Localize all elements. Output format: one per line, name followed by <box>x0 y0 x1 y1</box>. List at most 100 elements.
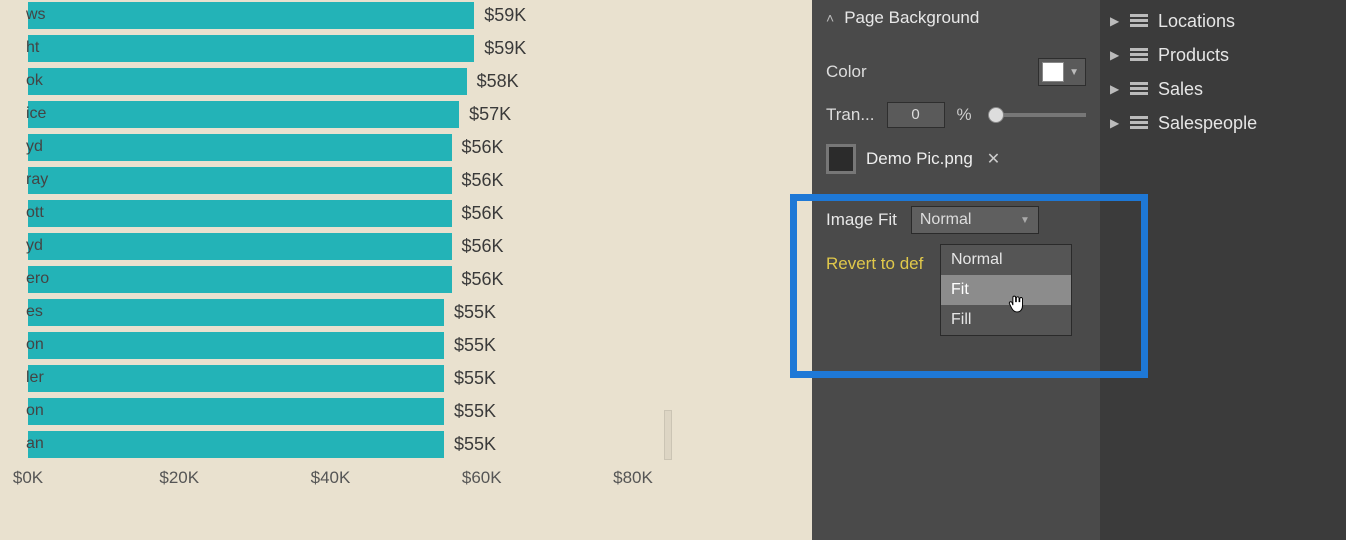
bar-category: ott <box>26 204 28 222</box>
row-transparency: Tran... 0 % <box>812 94 1100 136</box>
bar-value: $59K <box>484 38 526 59</box>
table-icon <box>1130 48 1148 62</box>
image-fit-option-fit[interactable]: Fit <box>941 275 1071 305</box>
close-icon[interactable]: ✕ <box>987 149 1000 169</box>
label-transparency: Tran... <box>826 105 875 125</box>
bar-value: $57K <box>469 104 511 125</box>
label-color: Color <box>826 62 867 82</box>
axis-tick: $40K <box>311 468 351 488</box>
axis-tick: $20K <box>159 468 199 488</box>
row-image: Demo Pic.png ✕ <box>812 136 1100 182</box>
bar-value: $56K <box>462 137 504 158</box>
image-fit-option-fill[interactable]: Fill <box>941 305 1071 335</box>
bar[interactable] <box>28 134 452 161</box>
bar[interactable] <box>28 2 474 29</box>
bar-value: $56K <box>462 203 504 224</box>
bar-category: ero <box>26 270 28 288</box>
bar[interactable] <box>28 365 444 392</box>
chevron-up-icon: ˄ <box>826 10 834 26</box>
field-salespeople[interactable]: ▶ Salespeople <box>1110 106 1336 140</box>
bar-category: ht <box>26 39 28 57</box>
bar-row[interactable]: ok $58K <box>28 66 668 96</box>
bar-category: ray <box>26 171 28 189</box>
label-image-fit: Image Fit <box>826 210 897 230</box>
bar-category: an <box>26 435 28 453</box>
table-icon <box>1130 116 1148 130</box>
row-image-fit: Image Fit Normal ▼ <box>812 194 1100 246</box>
bar[interactable] <box>28 68 467 95</box>
bar-value: $58K <box>477 71 519 92</box>
bar-value: $56K <box>462 170 504 191</box>
field-sales[interactable]: ▶ Sales <box>1110 72 1336 106</box>
image-fit-value: Normal <box>920 211 972 229</box>
bar-value: $56K <box>462 236 504 257</box>
bar-row[interactable]: on $55K <box>28 396 668 426</box>
bar-row[interactable]: an $55K <box>28 429 668 459</box>
bar[interactable] <box>28 431 444 458</box>
image-filename: Demo Pic.png <box>866 149 973 169</box>
bar-row[interactable]: es$55K <box>28 297 668 327</box>
bar-row[interactable]: ray $56K <box>28 165 668 195</box>
transparency-unit: % <box>957 105 972 125</box>
bar-row[interactable]: ws$59K <box>28 0 668 30</box>
slider-thumb-icon[interactable] <box>988 107 1004 123</box>
image-fit-option-normal[interactable]: Normal <box>941 245 1071 275</box>
chevron-right-icon: ▶ <box>1110 82 1120 96</box>
bar-row[interactable]: yd$56K <box>28 132 668 162</box>
bar-value: $55K <box>454 335 496 356</box>
image-fit-select[interactable]: Normal ▼ <box>911 206 1039 234</box>
color-picker[interactable]: ▼ <box>1038 58 1086 86</box>
bar-row[interactable]: ero $56K <box>28 264 668 294</box>
bar-value: $56K <box>462 269 504 290</box>
format-pane: ˄ Page Background Color ▼ Tran... 0 % De… <box>812 0 1100 540</box>
bar[interactable] <box>28 200 452 227</box>
bar-category: ws <box>26 6 28 24</box>
bar-row[interactable]: ler $55K <box>28 363 668 393</box>
bar-row[interactable]: yd$56K <box>28 231 668 261</box>
row-color: Color ▼ <box>812 50 1100 94</box>
field-label: Products <box>1158 45 1229 66</box>
field-products[interactable]: ▶ Products <box>1110 38 1336 72</box>
section-page-background[interactable]: ˄ Page Background <box>812 0 1100 36</box>
bar[interactable] <box>28 332 444 359</box>
chevron-down-icon: ▼ <box>1020 215 1030 226</box>
table-icon <box>1130 82 1148 96</box>
bar[interactable] <box>28 266 452 293</box>
bar-category: on <box>26 336 28 354</box>
fields-pane: ▶ Locations ▶ Products ▶ Sales ▶ Salespe… <box>1100 0 1346 540</box>
bar[interactable] <box>28 167 452 194</box>
color-swatch-icon <box>1042 62 1064 82</box>
report-canvas[interactable]: ws$59Kht$59Kok$58Kice$57Kyd$56Kray$56Kot… <box>0 0 812 540</box>
bar-category: ok <box>26 72 28 90</box>
field-label: Salespeople <box>1158 113 1257 134</box>
bar-row[interactable]: ht $59K <box>28 33 668 63</box>
selection-ghost <box>664 410 672 460</box>
bar-category: on <box>26 402 28 420</box>
bar-value: $55K <box>454 434 496 455</box>
bar[interactable] <box>28 398 444 425</box>
chevron-right-icon: ▶ <box>1110 14 1120 28</box>
bar[interactable] <box>28 35 474 62</box>
axis-tick: $0K <box>13 468 43 488</box>
bar[interactable] <box>28 101 459 128</box>
bar-row[interactable]: ott $56K <box>28 198 668 228</box>
field-locations[interactable]: ▶ Locations <box>1110 4 1336 38</box>
bar[interactable] <box>28 299 444 326</box>
bar-value: $55K <box>454 401 496 422</box>
section-title: Page Background <box>844 8 979 28</box>
transparency-slider[interactable] <box>990 113 1086 117</box>
bar-category: ice <box>26 105 28 123</box>
bar-category: ler <box>26 369 28 387</box>
axis-tick: $80K <box>613 468 653 488</box>
bar-chart[interactable]: ws$59Kht$59Kok$58Kice$57Kyd$56Kray$56Kot… <box>28 0 668 459</box>
bar-row[interactable]: on $55K <box>28 330 668 360</box>
bar-row[interactable]: ice $57K <box>28 99 668 129</box>
chevron-down-icon: ▼ <box>1069 67 1082 78</box>
x-axis: $0K$20K$40K$60K$80K <box>28 462 668 492</box>
field-label: Sales <box>1158 79 1203 100</box>
image-thumb-icon[interactable] <box>826 144 856 174</box>
bar-value: $55K <box>454 368 496 389</box>
field-label: Locations <box>1158 11 1235 32</box>
transparency-input[interactable]: 0 <box>887 102 945 128</box>
bar[interactable] <box>28 233 452 260</box>
